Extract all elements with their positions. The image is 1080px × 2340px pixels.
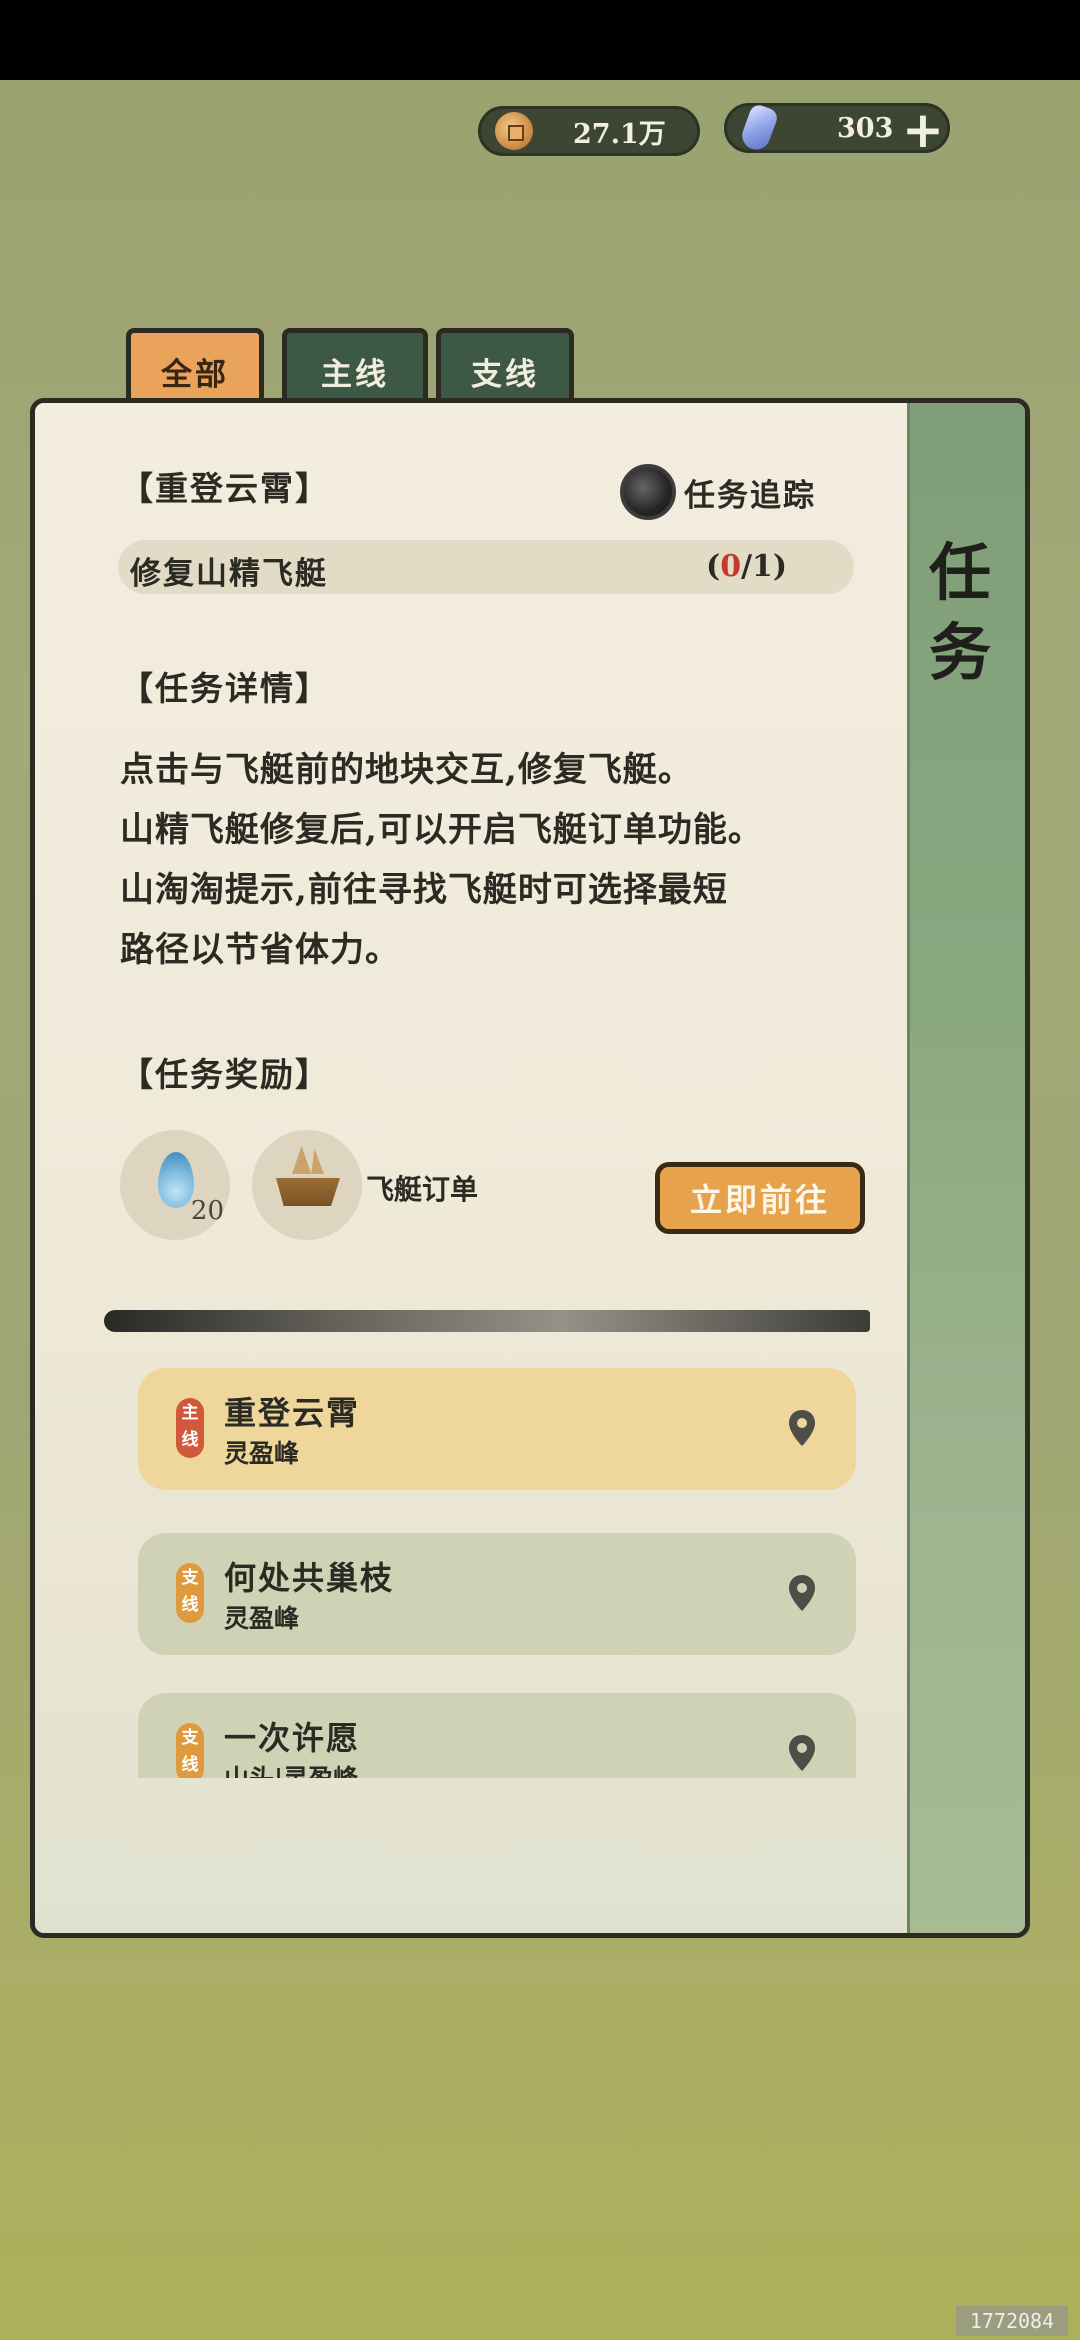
quest-list-item[interactable]: 支线 一次许愿 山头|灵盈峰 bbox=[138, 1693, 856, 1778]
side-quest-tag: 支线 bbox=[176, 1723, 204, 1778]
reward-water[interactable]: 20 bbox=[120, 1130, 230, 1240]
objective-progress: (0/1) bbox=[706, 549, 787, 584]
progress-current: 0 bbox=[720, 549, 742, 584]
description-line: 点击与飞艇前的地块交互,修复飞艇。 bbox=[120, 750, 693, 790]
airship-sail-icon bbox=[292, 1146, 324, 1174]
reward-airship-order[interactable] bbox=[252, 1130, 362, 1240]
quest-list[interactable]: 主线 重登云霄 灵盈峰 支线 何处共巢枝 灵盈峰 支线 一次许愿 山头|灵盈峰 bbox=[130, 1368, 870, 1778]
location-pin-icon[interactable] bbox=[786, 1573, 818, 1613]
quest-item-title: 一次许愿 bbox=[224, 1719, 361, 1757]
quest-track-toggle[interactable]: 任务追踪 bbox=[620, 464, 816, 520]
quest-list-item[interactable]: 支线 何处共巢枝 灵盈峰 bbox=[138, 1533, 856, 1655]
reward-label: 飞艇订单 bbox=[366, 1173, 479, 1206]
quest-item-location: 灵盈峰 bbox=[224, 1439, 300, 1468]
track-toggle-icon[interactable] bbox=[620, 464, 676, 520]
quest-title: 【重登云霄】 bbox=[120, 469, 330, 508]
quest-objective: 修复山精飞艇 (0/1) bbox=[118, 540, 854, 594]
water-drop-icon bbox=[158, 1152, 194, 1208]
quest-item-title: 何处共巢枝 bbox=[224, 1559, 395, 1597]
quest-list-item[interactable]: 主线 重登云霄 灵盈峰 bbox=[138, 1368, 856, 1490]
progress-total: /1) bbox=[741, 549, 788, 584]
build-watermark: 1772084 bbox=[956, 2306, 1068, 2336]
description-line: 路径以节省体力。 bbox=[120, 930, 400, 970]
quest-item-location: 山头|灵盈峰 bbox=[224, 1759, 358, 1778]
rewards-heading: 【任务奖励】 bbox=[120, 1055, 330, 1094]
description-line: 山淘淘提示,前往寻找飞艇时可选择最短 bbox=[120, 870, 728, 910]
progress-open: ( bbox=[706, 549, 721, 584]
side-quest-tag: 支线 bbox=[176, 1563, 204, 1623]
description-line: 山精飞艇修复后,可以开启飞艇订单功能。 bbox=[120, 810, 763, 850]
go-now-button[interactable]: 立即前往 bbox=[655, 1162, 865, 1234]
main-quest-tag: 主线 bbox=[176, 1398, 204, 1458]
location-pin-icon[interactable] bbox=[786, 1408, 818, 1448]
details-heading: 【任务详情】 bbox=[120, 669, 330, 708]
track-label: 任务追踪 bbox=[684, 477, 816, 514]
quest-description: 点击与飞艇前的地块交互,修复飞艇。 山精飞艇修复后,可以开启飞艇订单功能。 山淘… bbox=[120, 740, 880, 980]
location-pin-icon[interactable] bbox=[786, 1733, 818, 1773]
quest-item-location: 灵盈峰 bbox=[224, 1604, 300, 1633]
quest-item-title: 重登云霄 bbox=[224, 1394, 361, 1432]
objective-text: 修复山精飞艇 bbox=[130, 556, 328, 592]
reward-count: 20 bbox=[190, 1196, 224, 1226]
ink-divider bbox=[104, 1310, 870, 1332]
